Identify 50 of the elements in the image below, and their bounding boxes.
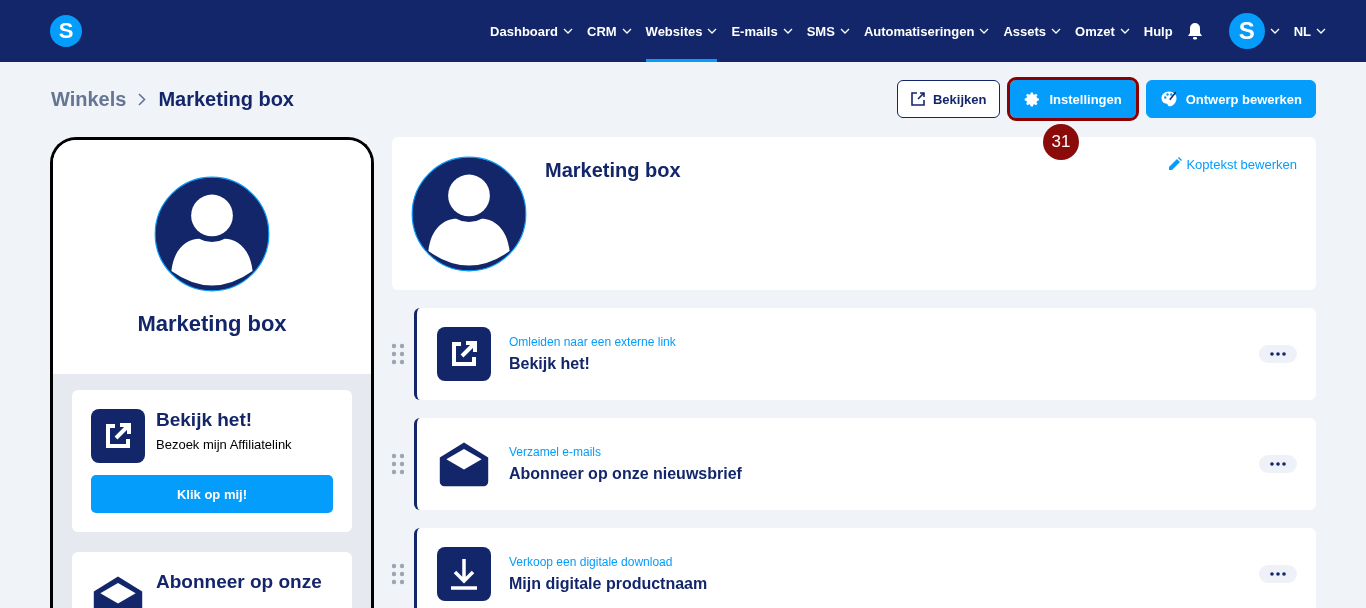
page-title: Marketing box xyxy=(545,159,681,183)
preview-card-title: Bekijk het! xyxy=(156,409,254,431)
download-icon xyxy=(437,547,491,601)
breadcrumb-item: Marketing box xyxy=(158,87,294,111)
more-options-button[interactable] xyxy=(1259,565,1297,583)
block-title: Abonneer op onze nieuwsbrief xyxy=(509,465,742,483)
drag-handle-icon[interactable] xyxy=(392,343,404,365)
avatar-icon xyxy=(411,156,527,272)
chevron-down-icon xyxy=(1269,28,1280,34)
block-type-label: Verkoop een digitale download xyxy=(509,555,674,569)
nav-menu-item[interactable]: CRM xyxy=(587,0,632,62)
block-title: Mijn digitale productnaam xyxy=(509,575,708,593)
content-block[interactable]: Verzamel e-mails Abonneer op onze nieuwsbrief xyxy=(414,418,1316,510)
breadcrumb-item[interactable]: Winkels xyxy=(51,87,127,111)
block-type-label: Omleiden naar een externe link xyxy=(509,335,676,349)
content-block[interactable]: Verkoop een digitale download Mijn digitale productnaam xyxy=(414,528,1316,608)
more-options-button[interactable] xyxy=(1259,455,1297,473)
external-link-icon xyxy=(91,409,145,463)
preview-card-subtitle: Bezoek mijn Affiliatelink xyxy=(156,437,292,452)
more-icon xyxy=(1270,462,1286,466)
nav-menu-item[interactable]: Hulp xyxy=(1143,0,1173,62)
drag-handle-icon[interactable] xyxy=(392,563,404,585)
external-link-icon xyxy=(437,327,491,381)
drag-handle-icon[interactable] xyxy=(392,453,404,475)
nav-menu-item[interactable]: Websites xyxy=(645,0,718,62)
block-title: Bekijk het! xyxy=(509,355,591,373)
nav-menu-item[interactable]: Assets xyxy=(1003,0,1062,62)
step-number-badge: 31 xyxy=(1042,124,1079,160)
pencil-icon xyxy=(1169,157,1183,170)
nav-menu-item[interactable]: Automatiseringen xyxy=(863,0,990,62)
more-icon xyxy=(1270,352,1286,356)
language-selector[interactable]: NL xyxy=(1293,0,1326,62)
more-icon xyxy=(1270,572,1286,576)
content-block[interactable]: Omleiden naar een externe link Bekijk het! xyxy=(414,308,1316,400)
view-button[interactable]: Bekijken xyxy=(896,80,1001,118)
block-type-label: Verzamel e-mails xyxy=(509,445,603,459)
external-link-icon xyxy=(910,92,925,106)
chevron-right-icon xyxy=(138,92,147,106)
preview-card-title: Abonneer op onze xyxy=(156,571,322,593)
palette-icon xyxy=(1159,90,1178,108)
nav-menu-item[interactable]: Dashboard xyxy=(490,0,573,62)
nav-menu-item[interactable]: Omzet xyxy=(1075,0,1130,62)
chevron-down-icon xyxy=(1316,28,1326,34)
more-options-button[interactable] xyxy=(1259,345,1297,363)
nav-menu-item[interactable]: SMS xyxy=(806,0,850,62)
bell-icon[interactable] xyxy=(1186,22,1203,40)
preview-title: Marketing box xyxy=(137,311,287,337)
nav-menu-item[interactable]: E-mails xyxy=(731,0,793,62)
settings-icon xyxy=(1024,90,1042,108)
avatar-icon xyxy=(154,176,270,292)
